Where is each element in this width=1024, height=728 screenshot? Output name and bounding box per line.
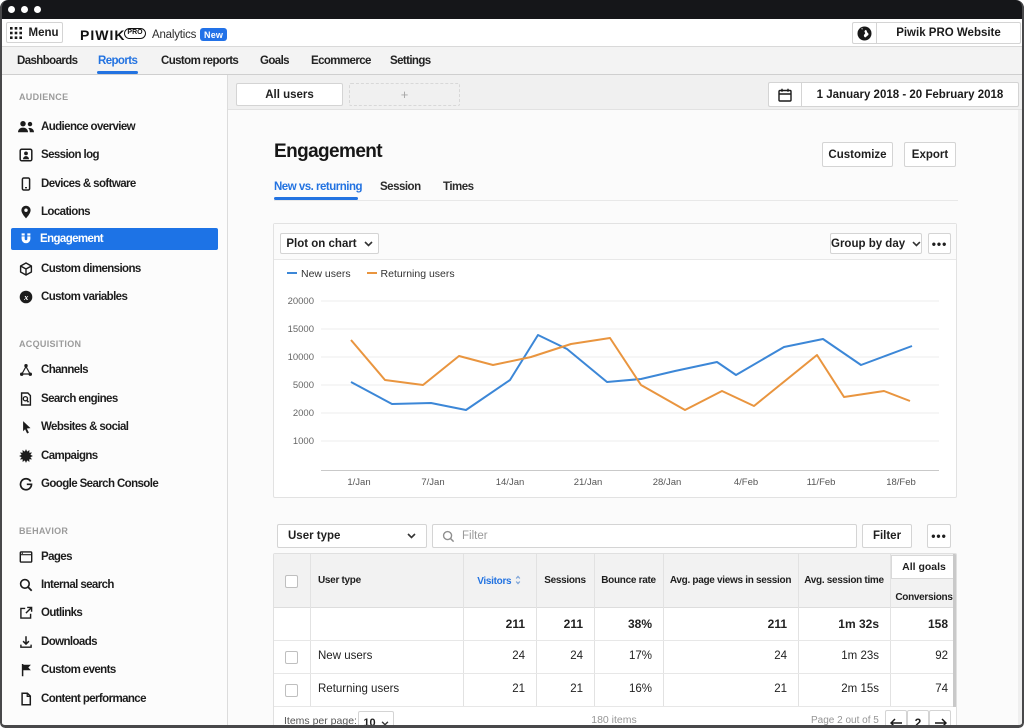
svg-text:14/Jan: 14/Jan <box>496 477 525 488</box>
svg-text:x: x <box>23 292 29 302</box>
svg-text:28/Jan: 28/Jan <box>653 477 682 488</box>
svg-text:7/Jan: 7/Jan <box>421 477 444 488</box>
svg-text:15000: 15000 <box>288 324 314 335</box>
svg-text:18/Feb: 18/Feb <box>886 477 916 488</box>
svg-text:11/Feb: 11/Feb <box>807 477 836 488</box>
svg-text:1/Jan: 1/Jan <box>347 477 370 488</box>
svg-text:1000: 1000 <box>293 436 314 447</box>
svg-text:10000: 10000 <box>288 352 314 363</box>
svg-text:20000: 20000 <box>288 296 314 307</box>
svg-text:4/Feb: 4/Feb <box>734 477 758 488</box>
svg-text:2000: 2000 <box>293 408 314 419</box>
svg-text:21/Jan: 21/Jan <box>574 477 603 488</box>
svg-text:5000: 5000 <box>293 380 314 391</box>
